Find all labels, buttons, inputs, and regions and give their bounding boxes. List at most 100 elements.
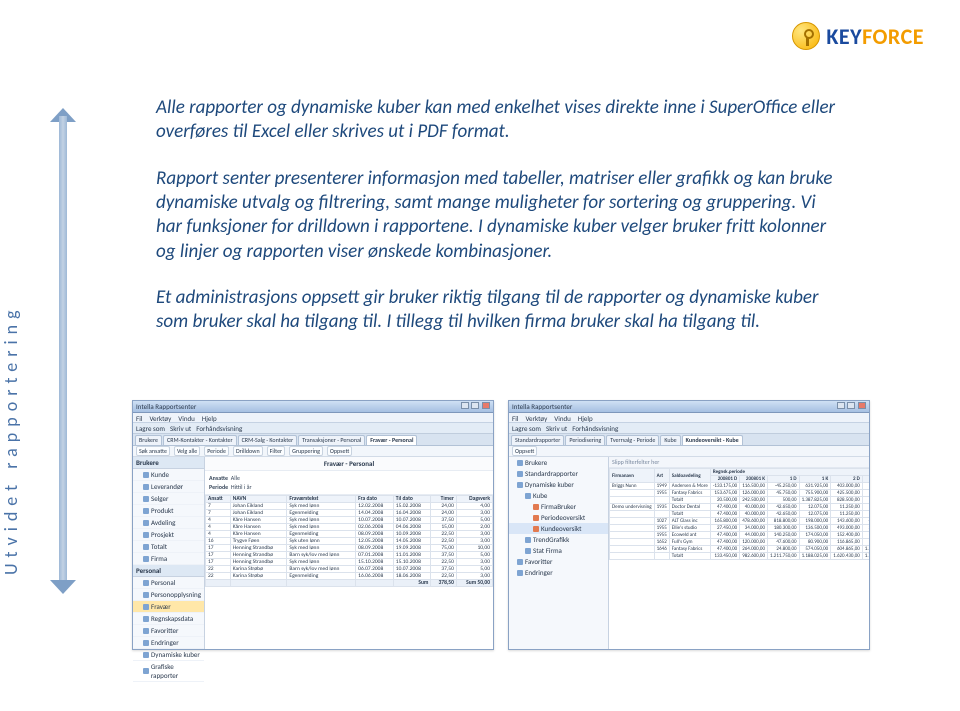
tree-item[interactable]: Dynamiske kuber: [509, 479, 608, 490]
row-header[interactable]: Firmanavn: [610, 469, 655, 483]
table-row[interactable]: 4Kåre HansenSyk med lønn10.07.200810.07.…: [206, 517, 493, 524]
item-3[interactable]: Hjelp: [578, 414, 593, 423]
tab-3[interactable]: Kube: [660, 435, 680, 445]
table-row[interactable]: Demo undervisning1935Doctor Dental47.400…: [610, 504, 870, 511]
row-header[interactable]: Saldoavdeling: [669, 469, 710, 483]
table-row[interactable]: 17Henning StrandbøBarn syk/lov med lønn0…: [206, 552, 493, 559]
sidebar-item[interactable]: Fravær: [133, 601, 204, 613]
table-row[interactable]: 4Kåre HansenEgenmelding08.09.200810.09.2…: [206, 531, 493, 538]
tab-0[interactable]: Brukere: [135, 435, 162, 445]
maximize-icon[interactable]: [471, 402, 479, 409]
table-row[interactable]: Totalt20.500,00242.500,00500,001.387.825…: [610, 497, 870, 504]
table-row[interactable]: Briggs Nunn1949Andersen & More-133.175,0…: [610, 483, 870, 490]
table-row[interactable]: Totalt133.450,00982.600,001.211.750,001.…: [610, 553, 870, 560]
column-header[interactable]: Fra dato: [356, 496, 394, 503]
tab-4[interactable]: Fravær - Personal: [366, 435, 417, 445]
item-0[interactable]: Oppsett: [512, 446, 537, 456]
table-row[interactable]: 22Karina StrøbøBarn syk/lov med lønn06.0…: [206, 566, 493, 573]
item-0[interactable]: Lagre som: [136, 424, 165, 433]
column-header[interactable]: Til dato: [393, 496, 431, 503]
maximize-icon[interactable]: [847, 402, 855, 409]
item-3[interactable]: Drilldown: [233, 446, 263, 456]
table-row[interactable]: 7Johan EiklandSyk med lønn12.02.200815.0…: [206, 503, 493, 510]
item-0[interactable]: Fil: [512, 414, 518, 423]
item-1[interactable]: Skriv ut: [546, 424, 567, 433]
sidebar-item[interactable]: Firma: [133, 553, 204, 565]
minimize-icon[interactable]: [461, 402, 469, 409]
item-0[interactable]: Lagre som: [512, 424, 541, 433]
table-row[interactable]: 7Johan EiklandEgenmelding14.04.200816.04…: [206, 510, 493, 517]
item-2[interactable]: Periode: [204, 446, 229, 456]
item-2[interactable]: Vindu: [178, 414, 195, 423]
table-row[interactable]: 1027ALT Glass inc165.800,00478.600,00818…: [610, 518, 870, 525]
item-0[interactable]: Fil: [136, 414, 142, 423]
period-header[interactable]: 2 K: [862, 476, 869, 483]
column-header[interactable]: Fraværstekst: [287, 496, 356, 503]
sidebar-item[interactable]: Regnskapsdata: [133, 613, 204, 625]
item-6[interactable]: Oppsett: [327, 446, 352, 456]
sidebar-item[interactable]: Personopplysning: [133, 589, 204, 601]
sidebar-item[interactable]: Dynamiske kuber: [133, 649, 204, 661]
period-header[interactable]: 1 K: [799, 476, 831, 483]
column-group-header[interactable]: Regnsk.periode: [710, 469, 869, 476]
tab-2[interactable]: Tverrsalg - Periode: [606, 435, 659, 445]
sidebar-item[interactable]: Personal: [133, 577, 204, 589]
tab-4[interactable]: Kundeoversikt - Kube: [682, 435, 743, 445]
table-row[interactable]: 1955Fantasy Fabrics153.675,00126.000,004…: [610, 490, 870, 497]
item-4[interactable]: Filter: [267, 446, 286, 456]
tree-item[interactable]: Periodeoversikt: [509, 512, 608, 523]
item-2[interactable]: Vindu: [554, 414, 571, 423]
item-5[interactable]: Gruppering: [289, 446, 323, 456]
close-icon[interactable]: [482, 402, 490, 409]
item-1[interactable]: Verktøy: [525, 414, 547, 423]
table-row[interactable]: 4Kåre HansenSyk med lønn02.06.200804.06.…: [206, 524, 493, 531]
column-header[interactable]: Ansatt: [206, 496, 231, 503]
table-row[interactable]: 1955Ellie's studio27.450,0034.000,00180.…: [610, 525, 870, 532]
tree-item[interactable]: Standardrapporter: [509, 468, 608, 479]
minimize-icon[interactable]: [837, 402, 845, 409]
sidebar-item[interactable]: Endringer: [133, 637, 204, 649]
period-header[interactable]: 200801 K: [740, 476, 768, 483]
column-header[interactable]: Timer: [431, 496, 456, 503]
item-3[interactable]: Hjelp: [202, 414, 217, 423]
close-icon[interactable]: [858, 402, 866, 409]
table-row[interactable]: Totalt47.400,0040.000,0042.650,0012.075,…: [610, 511, 870, 518]
sidebar-item[interactable]: Kunde: [133, 469, 204, 481]
period-header[interactable]: 200801 D: [710, 476, 739, 483]
table-row[interactable]: 1955Ecoweld ant47.400,0044.000,00140.250…: [610, 532, 870, 539]
tree-item[interactable]: Kube: [509, 490, 608, 501]
sidebar-item[interactable]: Avdeling: [133, 517, 204, 529]
item-0[interactable]: Søk ansatte: [136, 446, 170, 456]
tab-1[interactable]: Periodisering: [565, 435, 605, 445]
tab-1[interactable]: CRM-Kontakter - Kontakter: [163, 435, 237, 445]
tree-item[interactable]: Kundeoversikt: [509, 523, 608, 534]
sidebar-item[interactable]: Favoritter: [133, 625, 204, 637]
drop-filter-area[interactable]: Slipp filterfelter her: [609, 457, 869, 468]
item-1[interactable]: Verktøy: [149, 414, 171, 423]
item-2[interactable]: Forhåndsvisning: [572, 424, 618, 433]
tree-item[interactable]: Favoritter: [509, 556, 608, 567]
sidebar-item[interactable]: Totalt: [133, 541, 204, 553]
table-row[interactable]: 17Henning StrandbøSyk med lønn08.09.2008…: [206, 545, 493, 552]
tab-3[interactable]: Transaksjoner - Personal: [298, 435, 365, 445]
tree-item[interactable]: TrendGrafikk: [509, 534, 608, 545]
table-row[interactable]: 1652Full's Gym47.400,00120.000,0047.600,…: [610, 539, 870, 546]
sidebar-item[interactable]: Prosjekt: [133, 529, 204, 541]
period-header[interactable]: 1 D: [768, 476, 800, 483]
table-row[interactable]: 22Karina StrøbøEgenmelding16.06.200818.0…: [206, 573, 493, 580]
tab-0[interactable]: Standardrapporter: [511, 435, 564, 445]
item-2[interactable]: Forhåndsvisning: [196, 424, 242, 433]
tree-item[interactable]: Brukere: [509, 457, 608, 468]
sidebar-item[interactable]: Leverandør: [133, 481, 204, 493]
tree-item[interactable]: Stat Firma: [509, 545, 608, 556]
item-1[interactable]: Velg alle: [174, 446, 200, 456]
sidebar-item[interactable]: Selger: [133, 493, 204, 505]
sidebar-item[interactable]: Grafiske rapporter: [133, 661, 204, 682]
tree-item[interactable]: Endringer: [509, 567, 608, 578]
item-1[interactable]: Skriv ut: [170, 424, 191, 433]
tree-item[interactable]: FirmaBruker: [509, 501, 608, 512]
row-header[interactable]: Art: [654, 469, 669, 483]
column-header[interactable]: NAVN: [230, 496, 287, 503]
column-header[interactable]: Dagsverk: [456, 496, 492, 503]
period-header[interactable]: 2 D: [831, 476, 863, 483]
